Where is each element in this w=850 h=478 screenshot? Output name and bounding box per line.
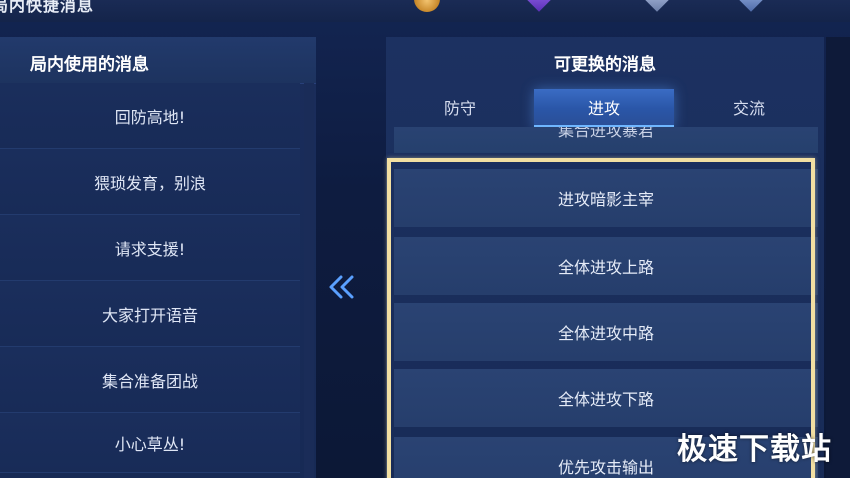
left-panel-header: 局内使用的消息 bbox=[0, 37, 316, 84]
in-game-message-item[interactable]: 回防高地! bbox=[0, 83, 300, 149]
message-category-tabs: 防守 进攻 交流 bbox=[386, 89, 824, 128]
in-game-messages-panel: 局内使用的消息 回防高地! 猥琐发育，别浪 请求支援! 大家打开语音 集合准备团… bbox=[0, 37, 316, 478]
message-label: 回防高地! bbox=[114, 107, 186, 127]
message-label: 全体进攻中路 bbox=[557, 324, 654, 343]
page-title: 局内快捷消息 bbox=[0, 0, 95, 15]
in-game-message-item[interactable]: 小心草丛! bbox=[0, 413, 300, 473]
purple-gem-icon bbox=[526, 0, 552, 12]
coin-icon bbox=[414, 0, 440, 12]
tab-attack[interactable]: 进攻 bbox=[534, 89, 674, 128]
message-label: 进攻暗影主宰 bbox=[557, 190, 654, 209]
double-chevron-left-icon bbox=[329, 275, 354, 299]
right-panel-title: 可更换的消息 bbox=[554, 55, 656, 75]
replaceable-messages-panel: 可更换的消息 防守 进攻 交流 集合进攻暴君 进攻暗影主宰 全体进攻上路 全体进… bbox=[386, 37, 824, 478]
top-bar: 局内快捷消息 bbox=[0, 0, 850, 22]
message-label: 全体进攻下路 bbox=[557, 390, 654, 409]
watermark-logo: 极速下载站 bbox=[677, 432, 832, 467]
silver-gem-icon bbox=[644, 0, 670, 12]
blue-gem-icon bbox=[738, 0, 764, 12]
replaceable-message-item[interactable]: 全体进攻上路 bbox=[394, 237, 818, 295]
tab-chat[interactable]: 交流 bbox=[674, 89, 824, 125]
message-label: 小心草丛! bbox=[114, 434, 186, 454]
tab-defend[interactable]: 防守 bbox=[386, 89, 534, 125]
in-game-message-item[interactable]: 请求支援! bbox=[0, 215, 300, 281]
replace-message-button[interactable] bbox=[322, 270, 362, 304]
in-game-message-item[interactable]: 大家打开语音 bbox=[0, 281, 300, 347]
replaceable-message-item[interactable]: 全体进攻下路 bbox=[394, 369, 818, 427]
message-label: 集合准备团战 bbox=[101, 371, 198, 391]
message-settings-screen: 局内快捷消息 局内使用的消息 回防高地! 猥琐发育，别浪 请求支援! 大家打开语… bbox=[0, 0, 850, 478]
left-scrollbar[interactable] bbox=[304, 83, 314, 478]
message-label: 猥琐发育，别浪 bbox=[93, 173, 206, 193]
in-game-message-item[interactable]: 猥琐发育，别浪 bbox=[0, 149, 300, 215]
in-game-message-list: 回防高地! 猥琐发育，别浪 请求支援! 大家打开语音 集合准备团战 小心草丛! bbox=[0, 83, 300, 473]
message-label: 大家打开语音 bbox=[101, 305, 198, 325]
right-scrollbar[interactable] bbox=[826, 37, 850, 478]
left-panel-title: 局内使用的消息 bbox=[30, 55, 149, 75]
message-label: 请求支援! bbox=[114, 239, 186, 259]
replaceable-message-item[interactable]: 集合进攻暴君 bbox=[394, 127, 818, 153]
message-label: 优先攻击输出 bbox=[557, 458, 654, 477]
message-label: 集合进攻暴君 bbox=[557, 127, 654, 140]
replaceable-message-item[interactable]: 全体进攻中路 bbox=[394, 303, 818, 361]
replaceable-message-item[interactable]: 进攻暗影主宰 bbox=[394, 169, 818, 227]
message-label: 全体进攻上路 bbox=[557, 258, 654, 277]
in-game-message-item[interactable]: 集合准备团战 bbox=[0, 347, 300, 413]
